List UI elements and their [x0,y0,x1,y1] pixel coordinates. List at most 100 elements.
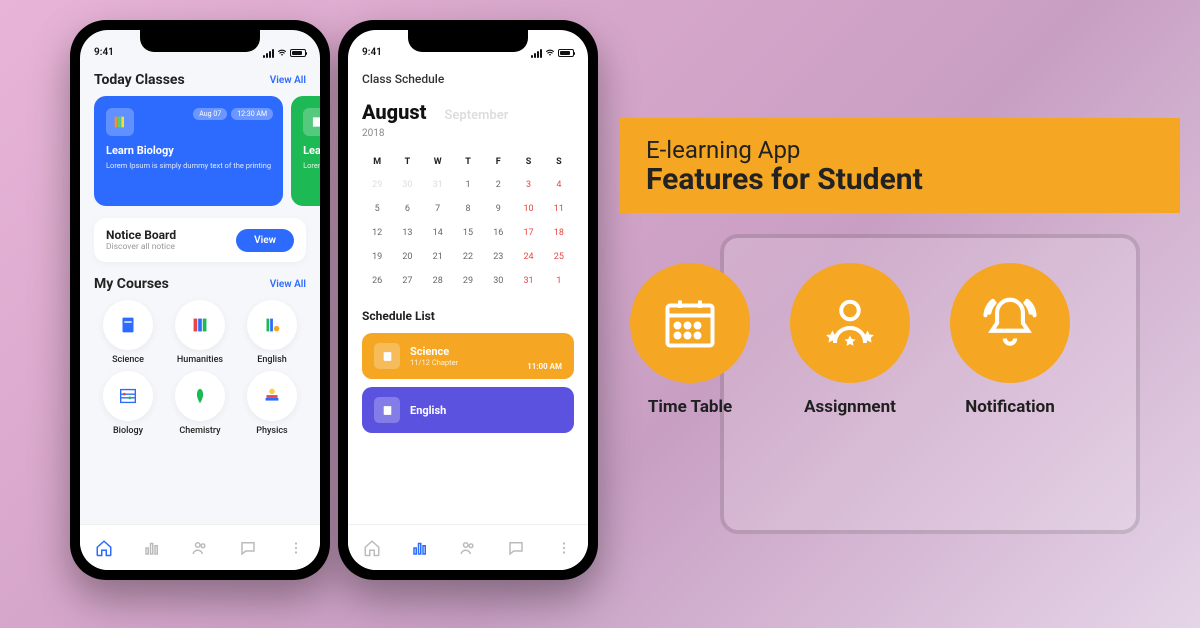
cal-day-header: T [453,151,483,173]
schedule-subject: Science [410,345,458,358]
notebook-icon [103,300,153,350]
cal-day-cell[interactable]: 20 [392,245,422,269]
cal-day-cell[interactable]: 17 [513,221,543,245]
nav-home[interactable] [362,538,382,558]
cal-day-cell[interactable]: 27 [392,269,422,293]
cal-day-cell[interactable]: 3 [513,173,543,197]
signal-icon [531,49,542,58]
cal-day-header: F [483,151,513,173]
cal-day-cell[interactable]: 4 [544,173,574,197]
cal-day-cell[interactable]: 25 [544,245,574,269]
cal-day-cell[interactable]: 16 [483,221,513,245]
phone-mockups: 9:41 Today Classes View All [70,20,598,580]
cal-day-cell[interactable]: 23 [483,245,513,269]
nav-chat[interactable] [506,538,526,558]
cal-day-cell[interactable]: 19 [362,245,392,269]
class-card-desc: Lorem Ipsum is simply dummy text of the … [106,161,271,170]
cal-day-cell[interactable]: 21 [423,245,453,269]
headline-line-1: E-learning App [646,136,1154,164]
headline-box: E-learning App Features for Student [620,118,1180,213]
class-card-title: Learn Biology [106,144,271,157]
book-icon [303,108,320,136]
cal-day-cell[interactable]: 9 [483,197,513,221]
cal-day-header: S [513,151,543,173]
cal-day-cell[interactable]: 12 [362,221,392,245]
course-label: Chemistry [179,426,220,436]
date-badge: Aug 07 [193,108,227,120]
cal-day-cell[interactable]: 30 [483,269,513,293]
course-science[interactable]: Science [94,300,162,365]
course-label: Science [112,355,144,365]
cal-day-cell[interactable]: 7 [423,197,453,221]
cal-day-cell[interactable]: 2 [483,173,513,197]
nav-more[interactable] [286,538,306,558]
cal-day-cell[interactable]: 1 [453,173,483,197]
today-view-all-link[interactable]: View All [270,75,306,86]
cal-day-cell[interactable]: 1 [544,269,574,293]
books-icon [106,108,134,136]
class-card-desc: Lorem Ipsum is simply text of the pr [303,161,320,170]
stationery-icon [247,300,297,350]
courses-view-all-link[interactable]: View All [270,279,306,290]
nav-home[interactable] [94,538,114,558]
class-card-title: Learn Bio [303,144,320,157]
cal-day-cell[interactable]: 5 [362,197,392,221]
bottom-nav [80,524,320,570]
schedule-card-english[interactable]: English [362,387,574,433]
calendar-grid: MTWTFSS293031123456789101112131415161718… [362,151,574,293]
cal-day-cell[interactable]: 8 [453,197,483,221]
calendar-icon [630,263,750,383]
cal-day-cell[interactable]: 30 [392,173,422,197]
cal-day-header: T [392,151,422,173]
feature-timetable: Time Table [630,263,750,417]
cal-day-cell[interactable]: 31 [423,173,453,197]
class-cards-row: Aug 07 12:30 AM Learn Biology Lorem Ipsu… [94,96,306,206]
schedule-card-science[interactable]: Science 11/12 Chapter 11:00 AM [362,333,574,379]
cal-day-cell[interactable]: 29 [453,269,483,293]
month-selector[interactable]: August September [362,100,574,124]
notice-subtitle: Discover all notice [106,242,176,252]
nav-stats[interactable] [410,538,430,558]
battery-icon [558,49,574,57]
course-label: Humanities [177,355,223,365]
nav-stats[interactable] [142,538,162,558]
book-icon [374,397,400,423]
headline-panel: E-learning App Features for Student Time… [620,118,1180,417]
books-icon [175,300,225,350]
nav-people[interactable] [190,538,210,558]
cal-day-cell[interactable]: 14 [423,221,453,245]
course-biology[interactable]: Biology [94,371,162,436]
class-card-secondary[interactable]: Learn Bio Lorem Ipsum is simply text of … [291,96,320,206]
cal-day-cell[interactable]: 22 [453,245,483,269]
cal-day-cell[interactable]: 29 [362,173,392,197]
cal-day-header: M [362,151,392,173]
course-physics[interactable]: Physics [238,371,306,436]
status-time: 9:41 [94,47,114,58]
cal-day-cell[interactable]: 28 [423,269,453,293]
cal-day-cell[interactable]: 6 [392,197,422,221]
notice-view-button[interactable]: View [236,229,294,252]
cal-day-cell[interactable]: 15 [453,221,483,245]
nav-people[interactable] [458,538,478,558]
cal-day-cell[interactable]: 13 [392,221,422,245]
cal-day-cell[interactable]: 10 [513,197,543,221]
user-stars-icon [790,263,910,383]
feature-label: Time Table [648,397,732,417]
cal-day-header: W [423,151,453,173]
today-classes-heading: Today Classes [94,72,185,88]
class-card-biology[interactable]: Aug 07 12:30 AM Learn Biology Lorem Ipsu… [94,96,283,206]
course-chemistry[interactable]: Chemistry [166,371,234,436]
cal-day-cell[interactable]: 26 [362,269,392,293]
course-english[interactable]: English [238,300,306,365]
cal-day-cell[interactable]: 24 [513,245,543,269]
cal-day-cell[interactable]: 18 [544,221,574,245]
nav-more[interactable] [554,538,574,558]
wifi-icon [545,48,555,58]
headline-line-2: Features for Student [646,162,1154,197]
cal-day-cell[interactable]: 11 [544,197,574,221]
course-grid: Science Humanities English Biology [94,300,306,436]
nav-chat[interactable] [238,538,258,558]
cal-day-cell[interactable]: 31 [513,269,543,293]
notice-board-row: Notice Board Discover all notice View [94,218,306,262]
course-humanities[interactable]: Humanities [166,300,234,365]
